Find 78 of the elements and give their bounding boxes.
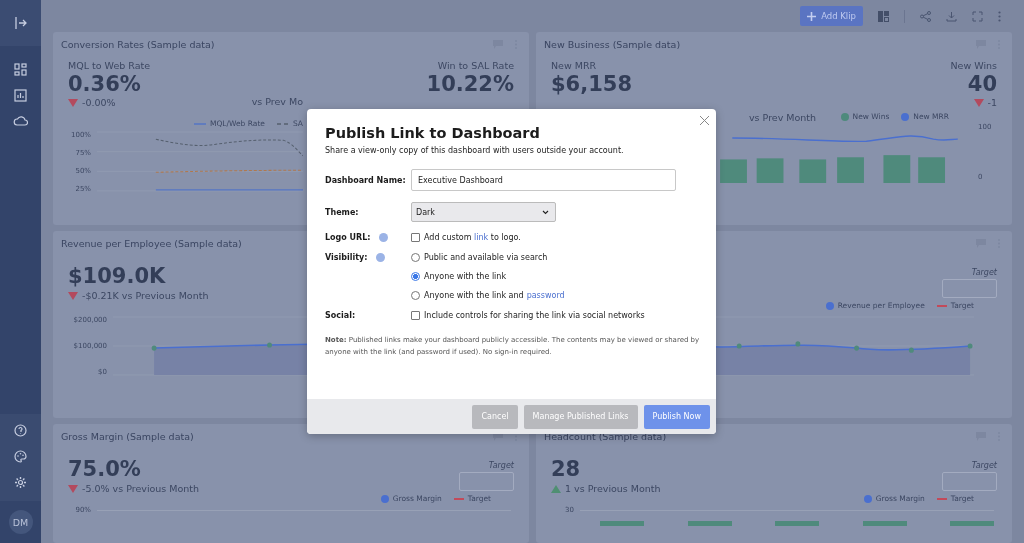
help-icon[interactable]: [14, 424, 27, 437]
publish-button[interactable]: Publish Now: [643, 404, 710, 429]
metric-delta: -5.0% vs Previous Month: [82, 483, 200, 494]
radio-button[interactable]: [411, 253, 420, 262]
field-label: Theme:: [325, 207, 360, 217]
field-label: Visibility:: [325, 253, 368, 262]
card-title: New Business (Sample data): [544, 38, 681, 50]
card-title: Conversion Rates (Sample data): [61, 38, 215, 50]
target-field[interactable]: [942, 472, 997, 491]
target-label: Target: [488, 461, 514, 470]
close-icon[interactable]: [700, 116, 709, 125]
download-icon[interactable]: [946, 10, 957, 22]
checkbox-label: Add custom link to logo.: [424, 233, 521, 242]
dashboard-name-input[interactable]: Executive Dashboard: [411, 169, 676, 191]
link[interactable]: password: [526, 291, 565, 300]
checkbox-label: Include controls for sharing the link via social networks: [424, 311, 645, 320]
theme-select[interactable]: Dark: [411, 202, 556, 222]
chevron-down-icon: [542, 209, 549, 215]
comparison-label: vs Prev Mo: [251, 96, 303, 107]
metric-value: 10.22%: [426, 71, 514, 97]
target-label: Target: [971, 268, 997, 277]
radio-button[interactable]: [411, 272, 420, 281]
metric-label: New Wins: [950, 60, 997, 71]
field-label: Social:: [325, 311, 357, 320]
metric-label: Win to SAL Rate: [437, 60, 514, 71]
chart-bar: [775, 521, 819, 526]
user-avatar[interactable]: DM: [8, 510, 33, 534]
chart-bar: [799, 159, 827, 183]
field-label: Dashboard Name:: [325, 175, 407, 185]
report-icon[interactable]: [14, 89, 27, 102]
metric-value: $6,158: [551, 71, 633, 97]
metric-delta: -1: [987, 97, 997, 108]
metric-value: 0.36%: [68, 71, 141, 97]
target-field[interactable]: [942, 279, 997, 298]
field-label: Logo URL:: [325, 233, 371, 242]
layout-icon[interactable]: [878, 10, 889, 22]
checkbox[interactable]: [411, 311, 420, 320]
metric-value: 28: [551, 456, 581, 483]
metric-value: 40: [967, 71, 997, 97]
radio-label: Public and available via search: [424, 253, 548, 262]
metric-label: MQL to Web Rate: [68, 60, 151, 71]
checkbox[interactable]: [411, 233, 420, 242]
chart-bar: [883, 155, 911, 183]
radio-label: Anyone with the link: [424, 272, 507, 281]
link[interactable]: link: [474, 233, 489, 242]
share-icon[interactable]: [920, 10, 931, 22]
cloud-icon[interactable]: [13, 115, 28, 126]
radio-label: Anyone with the link and password: [424, 291, 565, 300]
dialog-subtitle: Share a view-only copy of this dashboard with users outside your account.: [325, 146, 625, 155]
dialog-title: Publish Link to Dashboard: [325, 124, 541, 143]
chart-bar: [687, 521, 732, 526]
fullscreen-icon[interactable]: [972, 10, 983, 22]
radio-button[interactable]: [411, 291, 420, 300]
dashboard-icon[interactable]: [14, 63, 27, 76]
palette-icon[interactable]: [14, 450, 27, 463]
chart-bar: [950, 521, 994, 526]
plus-icon: [807, 11, 817, 21]
chart-bar: [862, 521, 907, 526]
metric-label: New MRR: [551, 60, 597, 71]
metric-value: $109.0K: [68, 263, 166, 290]
card-title: Gross Margin (Sample data): [61, 430, 194, 442]
add-klip-button[interactable]: Add Klip: [800, 6, 863, 26]
chart-bar: [720, 159, 747, 183]
chart-bar: [756, 158, 784, 183]
card-title: Headcount (Sample data): [544, 430, 667, 442]
collapse-icon[interactable]: [13, 16, 28, 30]
card-title: Revenue per Employee (Sample data): [61, 237, 242, 249]
chart-bar: [918, 157, 945, 183]
chart-bar: [837, 157, 864, 183]
comparison-label: vs Prev Month: [749, 112, 817, 123]
metric-value: 75.0%: [68, 456, 141, 483]
metric-delta: 1 vs Previous Month: [565, 483, 661, 494]
metric-delta: -$0.21K vs Previous Month: [82, 290, 209, 301]
target-label: Target: [971, 461, 997, 470]
metric-delta: -0.00%: [82, 97, 116, 108]
settings-icon[interactable]: [14, 476, 27, 489]
target-field[interactable]: [459, 472, 514, 491]
chart-bar: [600, 521, 644, 526]
